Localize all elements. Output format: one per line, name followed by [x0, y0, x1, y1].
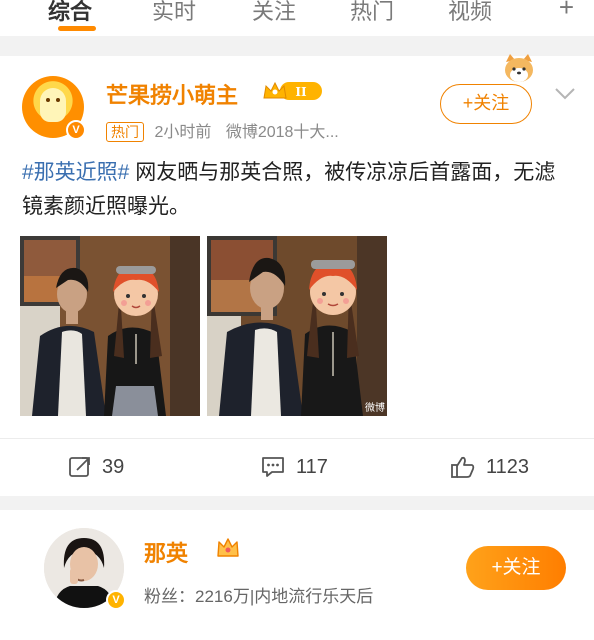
like-icon [451, 456, 475, 478]
repost-button[interactable]: 39 [68, 452, 124, 482]
weibo-watermark: 微博 [365, 403, 385, 414]
verified-icon: V [66, 120, 86, 140]
dog-sticker-icon [505, 54, 533, 82]
follow-profile-button[interactable]: +关注 [466, 546, 566, 590]
tab-comprehensive[interactable]: 综合 [48, 0, 92, 26]
verified-icon: V [106, 590, 126, 610]
crown-icon [217, 538, 239, 557]
svg-text:II: II [295, 85, 307, 99]
repost-icon [69, 457, 90, 477]
crown-icon: II [263, 81, 322, 100]
tab-following[interactable]: 关注 [252, 0, 296, 26]
chevron-down-icon[interactable] [554, 86, 576, 102]
hot-tag: 热门 [106, 122, 144, 142]
profile-name[interactable]: 那英 [144, 536, 188, 568]
post-photo[interactable]: 微博 [207, 236, 387, 416]
post-meta: 热门 2小时前 微博2018十大... [106, 118, 339, 142]
weibo-post-card: V 芒果捞小萌主 II 热门 2小时前 微博2018十大... +关注 #那英近… [0, 54, 594, 496]
post-text: #那英近照# 网友晒与那英合照，被传凉凉后首露面，无滤镜素颜近照曝光。 [22, 156, 572, 224]
comment-icon [262, 457, 284, 477]
like-count: 1123 [486, 455, 530, 478]
more-tabs-button[interactable]: + [559, 0, 574, 23]
hashtag-link[interactable]: #那英近照# [22, 161, 129, 184]
tab-hot[interactable]: 热门 [350, 0, 394, 26]
repost-count: 39 [102, 455, 125, 478]
mascot-illustration [40, 88, 66, 122]
post-source: 微博2018十大... [225, 124, 339, 141]
post-time: 2小时前 [154, 124, 212, 141]
comment-count: 117 [296, 455, 328, 478]
active-tab-indicator [58, 26, 96, 31]
tab-video[interactable]: 视频 [448, 0, 492, 26]
author-name[interactable]: 芒果捞小萌主 [106, 78, 238, 110]
like-button[interactable]: 1123 [450, 452, 529, 482]
profile-description: 粉丝：2216万|内地流行乐天后 [144, 587, 374, 606]
tab-realtime[interactable]: 实时 [152, 0, 196, 26]
follow-button[interactable]: +关注 [440, 84, 532, 124]
comment-button[interactable]: 117 [260, 452, 328, 482]
user-profile-card: V 那英 粉丝：2216万|内地流行乐天后 +关注 [0, 510, 594, 640]
post-photo[interactable] [20, 236, 200, 416]
divider [0, 438, 594, 439]
tab-bar: 综合 实时 关注 热门 视频 + [0, 0, 594, 36]
